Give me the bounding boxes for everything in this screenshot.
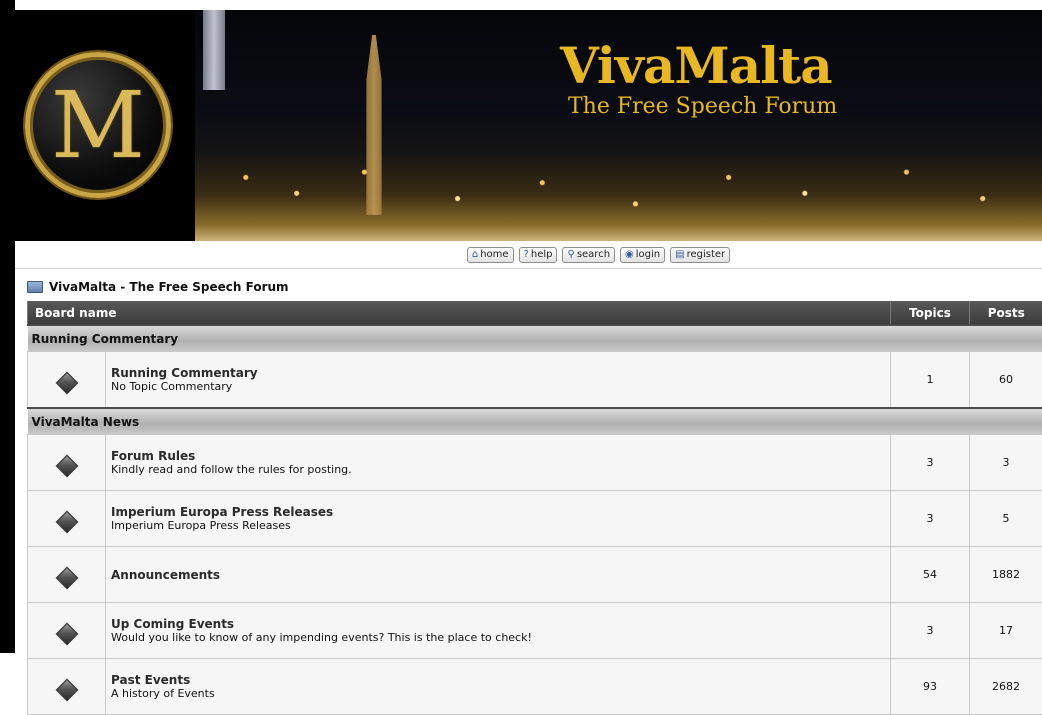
forum-status-cell — [28, 352, 106, 409]
header-posts: Posts — [970, 301, 1042, 325]
nav-search-button[interactable]: ⚲search — [562, 247, 615, 263]
forum-info: Up Coming Events Would you like to know … — [106, 603, 891, 659]
forum-row: Forum Rules Kindly read and follow the r… — [28, 435, 1042, 491]
nav-home-button[interactable]: ⌂home — [467, 247, 514, 263]
forum-title-link[interactable]: Up Coming Events — [111, 617, 885, 631]
forum-description: No Topic Commentary — [111, 380, 885, 393]
banner-city-lights — [195, 135, 1042, 241]
nav-register-button[interactable]: ▤register — [670, 247, 730, 263]
header-board-name: Board name — [28, 301, 891, 325]
forum-posts-count: 1882 — [970, 547, 1042, 603]
forum-info: Forum Rules Kindly read and follow the r… — [106, 435, 891, 491]
category-title-running-commentary[interactable]: Running Commentary — [28, 325, 1042, 352]
folder-icon — [27, 281, 43, 293]
forum-row: Up Coming Events Would you like to know … — [28, 603, 1042, 659]
logo-monogram: M — [30, 57, 166, 193]
category-title-vivamalta-news[interactable]: VivaMalta News — [28, 408, 1042, 435]
nav-search-label: search — [577, 249, 610, 261]
forum-status-icon — [55, 678, 78, 701]
nav-help-button[interactable]: ?help — [519, 247, 558, 263]
search-icon: ⚲ — [567, 249, 574, 261]
forum-info: Imperium Europa Press Releases Imperium … — [106, 491, 891, 547]
forum-title-link[interactable]: Imperium Europa Press Releases — [111, 505, 885, 519]
nav-bar: ⌂home ?help ⚲search ◉login ▤register — [15, 241, 1042, 269]
forum-description: Would you like to know of any impending … — [111, 631, 885, 644]
forum-title-link[interactable]: Past Events — [111, 673, 885, 687]
banner-lighthouse — [203, 10, 225, 90]
forum-title-link[interactable]: Announcements — [111, 568, 885, 582]
forum-posts-count: 17 — [970, 603, 1042, 659]
home-icon: ⌂ — [472, 249, 478, 261]
forum-row: Past Events A history of Events 93 2682 — [28, 659, 1042, 715]
register-icon: ▤ — [675, 249, 684, 261]
forum-status-icon — [55, 454, 78, 477]
forum-info: Announcements — [106, 547, 891, 603]
forum-status-cell — [28, 547, 106, 603]
forum-status-cell — [28, 491, 106, 547]
forum-topics-count: 3 — [891, 491, 970, 547]
forum-posts-count: 3 — [970, 435, 1042, 491]
forum-topics-count: 54 — [891, 547, 970, 603]
banner-title: VivaMalta — [560, 38, 832, 94]
breadcrumb: VivaMalta - The Free Speech Forum — [27, 278, 289, 296]
forum-row: Announcements 54 1882 — [28, 547, 1042, 603]
forum-row: Imperium Europa Press Releases Imperium … — [28, 491, 1042, 547]
forum-banner[interactable]: M VivaMalta The Free Speech Forum — [7, 10, 1042, 241]
nav-login-button[interactable]: ◉login — [620, 247, 665, 263]
forum-status-icon — [55, 566, 78, 589]
breadcrumb-link[interactable]: VivaMalta - The Free Speech Forum — [49, 280, 289, 294]
forum-posts-count: 60 — [970, 352, 1042, 409]
forum-posts-count: 2682 — [970, 659, 1042, 715]
category-row: VivaMalta News — [28, 408, 1042, 435]
nav-home-label: home — [480, 249, 508, 261]
forum-topics-count: 93 — [891, 659, 970, 715]
help-icon: ? — [524, 249, 529, 261]
site-logo: M — [25, 52, 171, 198]
nav-help-label: help — [531, 249, 553, 261]
forum-description: A history of Events — [111, 687, 885, 700]
nav-login-label: login — [636, 249, 660, 261]
category-row: Running Commentary — [28, 325, 1042, 352]
forum-status-cell — [28, 659, 106, 715]
forum-info: Running Commentary No Topic Commentary — [106, 352, 891, 409]
forum-topics-count: 3 — [891, 603, 970, 659]
login-icon: ◉ — [625, 249, 634, 261]
forum-description: Imperium Europa Press Releases — [111, 519, 885, 532]
forum-info: Past Events A history of Events — [106, 659, 891, 715]
forum-title-link[interactable]: Running Commentary — [111, 366, 885, 380]
forum-status-cell — [28, 435, 106, 491]
table-header-row: Board name Topics Posts — [28, 301, 1042, 325]
banner-subtitle: The Free Speech Forum — [568, 94, 837, 120]
header-topics: Topics — [891, 301, 970, 325]
forum-description: Kindly read and follow the rules for pos… — [111, 463, 885, 476]
forum-posts-count: 5 — [970, 491, 1042, 547]
forum-status-icon — [55, 622, 78, 645]
forum-status-icon — [55, 510, 78, 533]
forum-status-icon — [55, 371, 78, 394]
forum-topics-count: 3 — [891, 435, 970, 491]
forum-row: Running Commentary No Topic Commentary 1… — [28, 352, 1042, 409]
forum-status-cell — [28, 603, 106, 659]
forum-title-link[interactable]: Forum Rules — [111, 449, 885, 463]
forum-topics-count: 1 — [891, 352, 970, 409]
nav-register-label: register — [687, 249, 726, 261]
